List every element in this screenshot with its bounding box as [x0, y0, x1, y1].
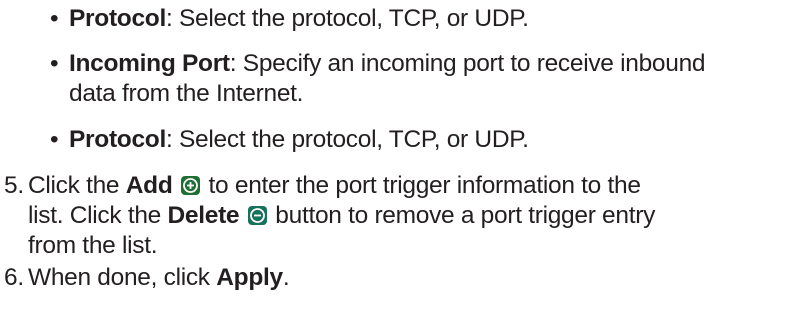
bullet-text: Incoming Port: Specify an incoming port …: [69, 49, 790, 109]
bullet-incoming-port: • Incoming Port: Specify an incoming por…: [50, 49, 790, 109]
bullet-term: Protocol: [69, 126, 166, 153]
remove-circle-icon: [247, 206, 267, 225]
step-text-fragment: When done, click: [28, 264, 217, 291]
step-text-fragment: .: [282, 264, 290, 291]
add-term: Add: [125, 172, 173, 199]
step-6: 6. When done, click Apply.: [4, 263, 794, 293]
manual-page: • Protocol: Select the protocol, TCP, or…: [0, 0, 799, 310]
bullet-description: : Specify an incoming port to receive in…: [229, 50, 706, 77]
bullet-text: Protocol: Select the protocol, TCP, or U…: [69, 4, 790, 34]
bullet-protocol-2: • Protocol: Select the protocol, TCP, or…: [50, 125, 790, 155]
step-5: 5. Click the Add to enter the port trigg…: [4, 171, 794, 261]
apply-term: Apply: [216, 264, 283, 291]
bullet-description-continued: data from the Internet.: [69, 80, 304, 107]
step-number: 5.: [4, 172, 24, 199]
step-text-fragment: Click the: [28, 172, 126, 199]
step-number: 6.: [4, 264, 24, 291]
delete-term: Delete: [167, 202, 240, 229]
step-text: When done, click Apply.: [28, 263, 794, 293]
step-text: Click the Add to enter the port trigger …: [28, 171, 794, 261]
step-text-fragment: to enter the port trigger information to…: [202, 172, 641, 199]
bullet-protocol-1: • Protocol: Select the protocol, TCP, or…: [50, 4, 790, 34]
bullet-description: : Select the protocol, TCP, or UDP.: [165, 126, 529, 153]
step-text-fragment: button to remove a port trigger entry: [268, 202, 656, 229]
bullet-marker: •: [50, 50, 59, 77]
step-text-fragment: list. Click the: [28, 202, 168, 229]
bullet-marker: •: [50, 5, 59, 32]
step-text-fragment: from the list.: [28, 232, 158, 259]
bullet-term: Protocol: [69, 5, 166, 32]
bullet-description: : Select the protocol, TCP, or UDP.: [165, 5, 529, 32]
bullet-marker: •: [50, 126, 59, 153]
bullet-term: Incoming Port: [69, 50, 230, 77]
bullet-text: Protocol: Select the protocol, TCP, or U…: [69, 125, 790, 155]
add-circle-icon: [181, 176, 201, 195]
